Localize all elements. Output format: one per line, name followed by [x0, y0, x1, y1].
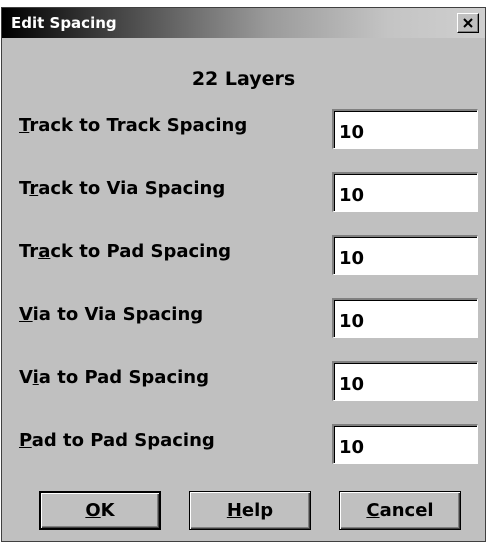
ok-button[interactable]: OK: [39, 491, 161, 530]
window-title: Edit Spacing: [11, 14, 117, 32]
pad-to-pad-row: Pad to Pad Spacing: [2, 424, 485, 464]
track-to-via-label: Track to Via Spacing: [19, 178, 226, 199]
track-to-pad-row: Track to Pad Spacing: [2, 235, 485, 275]
access-key: a: [38, 241, 51, 262]
track-to-via-input[interactable]: [332, 172, 478, 212]
track-to-track-input[interactable]: [332, 109, 478, 149]
layers-count-heading: 22 Layers: [191, 68, 296, 90]
help-button[interactable]: Help: [189, 491, 311, 530]
pad-to-pad-input[interactable]: [332, 424, 478, 464]
close-button[interactable]: [457, 13, 479, 33]
access-key: r: [29, 178, 39, 199]
via-to-pad-row: Via to Pad Spacing: [2, 361, 485, 401]
cancel-button[interactable]: Cancel: [339, 491, 461, 530]
via-to-via-row: Via to Via Spacing: [2, 298, 485, 338]
edit-spacing-dialog: Edit Spacing 22 Layers Track to Track Sp…: [1, 7, 486, 542]
via-to-via-label: Via to Via Spacing: [19, 304, 204, 325]
access-key: P: [19, 430, 32, 451]
via-to-pad-input[interactable]: [332, 361, 478, 401]
track-to-track-label: Track to Track Spacing: [19, 115, 248, 136]
title-bar[interactable]: Edit Spacing: [2, 8, 485, 38]
via-to-via-input[interactable]: [332, 298, 478, 338]
track-to-pad-input[interactable]: [332, 235, 478, 275]
track-to-track-row: Track to Track Spacing: [2, 109, 485, 149]
track-to-via-row: Track to Via Spacing: [2, 172, 485, 212]
close-icon: [463, 18, 473, 28]
access-key: T: [19, 115, 30, 136]
access-key: V: [19, 304, 33, 325]
via-to-pad-label: Via to Pad Spacing: [19, 367, 209, 388]
pad-to-pad-label: Pad to Pad Spacing: [19, 430, 215, 451]
track-to-pad-label: Track to Pad Spacing: [19, 241, 232, 262]
